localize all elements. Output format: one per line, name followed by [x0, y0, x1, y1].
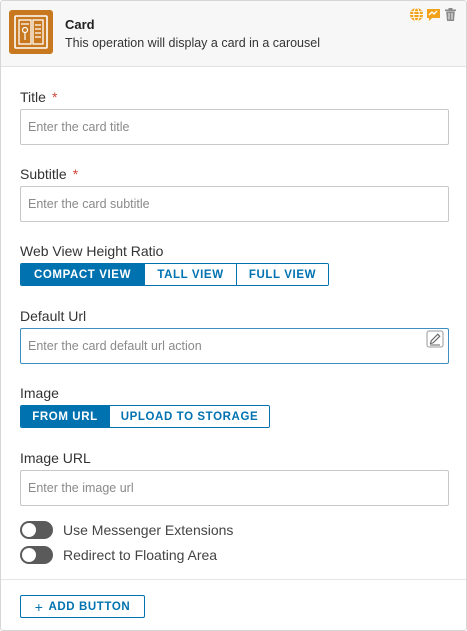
messenger-extensions-label: Use Messenger Extensions: [63, 522, 234, 538]
messenger-extensions-row: Use Messenger Extensions: [20, 521, 233, 539]
trash-icon[interactable]: [443, 7, 458, 22]
panel-description: This operation will display a card in a …: [65, 36, 320, 50]
card-operation-panel: Card This operation will display a card …: [0, 0, 467, 631]
subtitle-label-text: Subtitle: [20, 166, 67, 182]
subtitle-label: Subtitle *: [20, 166, 78, 182]
upload-to-storage-option[interactable]: UPLOAD TO STORAGE: [110, 406, 269, 427]
compact-view-option[interactable]: COMPACT VIEW: [21, 264, 145, 285]
card-carousel-icon: [9, 10, 53, 54]
image-source-selector: FROM URL UPLOAD TO STORAGE: [20, 405, 270, 428]
title-label-text: Title: [20, 89, 46, 105]
floating-area-label: Redirect to Floating Area: [63, 547, 218, 563]
edit-pencil-icon[interactable]: [426, 330, 444, 348]
messenger-extensions-toggle[interactable]: [20, 521, 53, 539]
plus-icon: +: [34, 598, 44, 615]
footer-divider: [1, 579, 466, 580]
chat-icon[interactable]: [426, 7, 441, 22]
default-url-input[interactable]: [20, 328, 449, 364]
floating-area-row: Redirect to Floating Area: [20, 546, 217, 564]
web-view-ratio-selector: COMPACT VIEW TALL VIEW FULL VIEW: [20, 263, 329, 286]
full-view-option[interactable]: FULL VIEW: [237, 264, 328, 285]
tall-view-option[interactable]: TALL VIEW: [145, 264, 237, 285]
default-url-label: Default Url: [20, 308, 87, 324]
image-url-label: Image URL: [20, 450, 91, 466]
title-input[interactable]: [20, 109, 449, 145]
title-label: Title *: [20, 89, 57, 105]
panel-title: Card: [65, 17, 95, 32]
add-button-label: ADD BUTTON: [48, 600, 131, 613]
from-url-option[interactable]: FROM URL: [21, 406, 110, 427]
web-view-ratio-label: Web View Height Ratio: [20, 243, 164, 259]
floating-area-toggle[interactable]: [20, 546, 53, 564]
subtitle-input[interactable]: [20, 186, 449, 222]
header-actions: [409, 7, 458, 22]
image-url-input[interactable]: [20, 470, 449, 506]
image-label: Image: [20, 385, 59, 401]
required-marker: *: [72, 166, 79, 182]
add-button[interactable]: + ADD BUTTON: [20, 595, 145, 618]
panel-header: Card This operation will display a card …: [1, 1, 466, 67]
globe-icon[interactable]: [409, 7, 424, 22]
required-marker: *: [51, 89, 58, 105]
